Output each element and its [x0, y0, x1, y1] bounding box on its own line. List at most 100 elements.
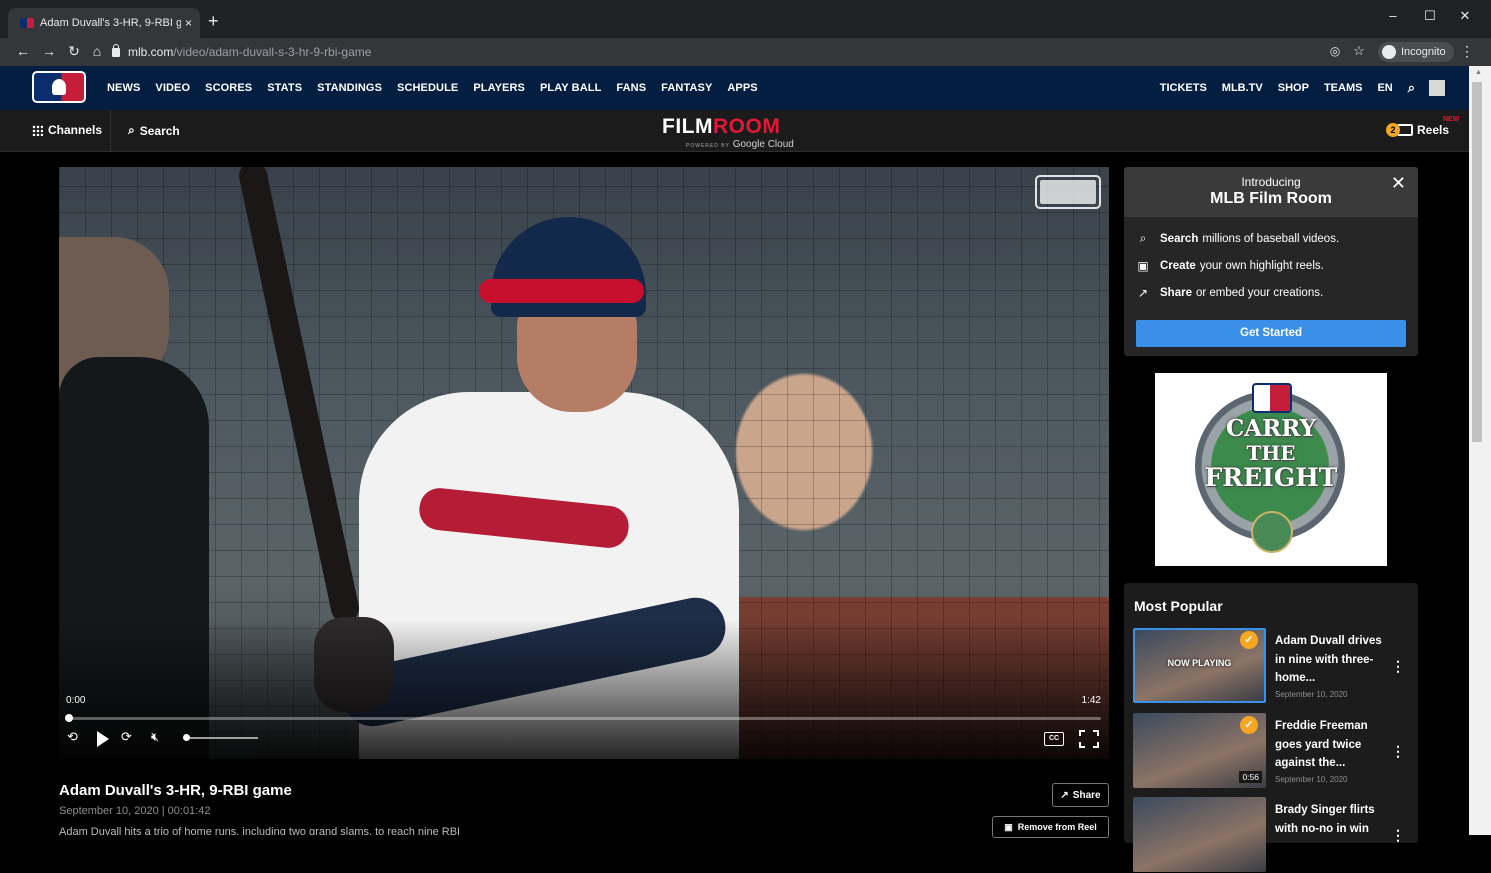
- forward-15-icon[interactable]: ⟳: [121, 729, 132, 745]
- scrollbar-thumb[interactable]: [1472, 82, 1482, 442]
- intro-row-search: ⌕ Search millions of baseball videos.: [1136, 231, 1340, 246]
- play-icon[interactable]: [97, 731, 109, 747]
- nav-schedule[interactable]: SCHEDULE: [397, 82, 458, 94]
- search-icon: ⌕: [1139, 231, 1147, 245]
- search-icon: ⌕: [128, 123, 135, 137]
- nav-video[interactable]: VIDEO: [155, 82, 190, 94]
- minimize-button[interactable]: –: [1378, 8, 1408, 23]
- url-host: mlb.com: [128, 45, 174, 59]
- nav-mlbtv[interactable]: MLB.TV: [1222, 82, 1263, 94]
- item-date: September 10, 2020: [1275, 775, 1348, 784]
- powered-by: POWERED BY: [686, 143, 730, 149]
- bookmark-star-icon[interactable]: ☆: [1350, 43, 1368, 59]
- mlb-favicon-icon: [20, 18, 34, 28]
- intro-row-text: your own highlight reels.: [1199, 260, 1324, 272]
- intro-row-text: or embed your creations.: [1195, 287, 1324, 299]
- nav-shop[interactable]: SHOP: [1278, 82, 1309, 94]
- more-options-icon[interactable]: ⋮: [1391, 827, 1405, 844]
- share-button[interactable]: ↗ Share: [1052, 783, 1109, 807]
- current-time: 0:00: [66, 695, 86, 706]
- new-tab-button[interactable]: +: [208, 12, 219, 30]
- nav-players[interactable]: PLAYERS: [473, 82, 525, 94]
- nav-apps[interactable]: APPS: [727, 82, 757, 94]
- list-item[interactable]: 0:56 ✓ Freddie Freeman goes yard twice a…: [1133, 713, 1413, 789]
- list-item[interactable]: Brady Singer flirts with no-no in win ⋮: [1133, 797, 1413, 873]
- item-title[interactable]: Adam Duvall drives in nine with three-ho…: [1275, 632, 1390, 688]
- share-label: Share: [1072, 789, 1101, 801]
- item-title[interactable]: Freddie Freeman goes yard twice against …: [1275, 717, 1390, 773]
- forward-arrow-icon[interactable]: →: [40, 43, 58, 59]
- reels-label: Reels: [1417, 123, 1450, 137]
- item-date: September 10, 2020: [1275, 690, 1348, 699]
- ad-seal-icon: [1251, 511, 1293, 553]
- scroll-up-arrow-icon[interactable]: ▲: [1475, 69, 1482, 76]
- nav-news[interactable]: NEWS: [107, 82, 140, 94]
- search-label: Search: [139, 123, 180, 138]
- progress-bar[interactable]: [65, 714, 1101, 722]
- browser-tab[interactable]: Adam Duvall's 3-HR, 9-RBI game ×: [8, 8, 200, 38]
- eye-off-icon[interactable]: ◎: [1326, 43, 1344, 59]
- incognito-badge[interactable]: Incognito: [1378, 42, 1454, 62]
- video-title: Adam Duvall's 3-HR, 9-RBI game: [59, 782, 292, 799]
- ad-line-2: THE: [1246, 441, 1296, 465]
- search-button[interactable]: ⌕ Search: [110, 110, 180, 152]
- carry-the-freight-ad[interactable]: CARRY THE FREIGHT: [1155, 373, 1387, 566]
- film-room-bar: Channels ⌕ Search FILMROOM POWERED BY Go…: [0, 110, 1469, 152]
- item-title[interactable]: Brady Singer flirts with no-no in win: [1275, 801, 1390, 838]
- get-started-button[interactable]: Get Started: [1136, 320, 1406, 347]
- list-item[interactable]: NOW PLAYING ✓ Adam Duvall drives in nine…: [1133, 628, 1413, 704]
- nav-scores[interactable]: SCORES: [205, 82, 252, 94]
- closed-captions-icon[interactable]: CC: [1044, 732, 1064, 746]
- reels-button[interactable]: 2 Reels NEW: [1386, 116, 1459, 137]
- close-icon[interactable]: ✕: [1391, 173, 1406, 194]
- home-icon[interactable]: ⌂: [88, 43, 106, 59]
- muted-speaker-icon[interactable]: 🔇︎: [151, 729, 159, 745]
- close-window-button[interactable]: ✕: [1450, 8, 1480, 24]
- intro-row-bold: Create: [1160, 260, 1196, 272]
- mlb-main-nav: NEWS VIDEO SCORES STATS STANDINGS SCHEDU…: [0, 66, 1469, 110]
- secondary-nav-links: TICKETS MLB.TV SHOP TEAMS EN ⌕: [1145, 66, 1445, 110]
- now-playing-label: NOW PLAYING: [1167, 658, 1232, 668]
- nav-teams[interactable]: TEAMS: [1324, 82, 1363, 94]
- brand-film: FILM: [662, 115, 713, 138]
- nav-standings[interactable]: STANDINGS: [317, 82, 382, 94]
- film-room-intro-card: Introducing MLB Film Room ✕ ⌕ Search mil…: [1124, 167, 1418, 356]
- video-meta: September 10, 2020 | 00:01:42: [59, 805, 211, 817]
- volume-knob[interactable]: [183, 734, 190, 741]
- more-options-icon[interactable]: ⋮: [1391, 658, 1405, 675]
- avatar[interactable]: [1429, 80, 1445, 96]
- reel-icon: ▣: [1137, 259, 1149, 273]
- intro-row-bold: Share: [1160, 287, 1192, 299]
- progress-knob[interactable]: [65, 714, 73, 722]
- film-room-logo[interactable]: FILMROOM POWERED BY Google Cloud: [662, 115, 822, 152]
- tab-close-icon[interactable]: ×: [185, 16, 192, 30]
- nav-play-ball[interactable]: PLAY BALL: [540, 82, 601, 94]
- channels-button[interactable]: Channels: [32, 123, 102, 137]
- search-icon[interactable]: ⌕: [1408, 80, 1415, 96]
- mlb-logo[interactable]: [32, 71, 86, 103]
- reload-icon[interactable]: ↻: [65, 43, 83, 59]
- grid-icon: [32, 124, 43, 136]
- more-options-icon[interactable]: ⋮: [1391, 743, 1405, 760]
- back-arrow-icon[interactable]: ←: [14, 43, 32, 59]
- ad-line-1: CARRY: [1225, 415, 1317, 442]
- nav-language[interactable]: EN: [1377, 82, 1392, 94]
- new-tag: NEW: [1443, 116, 1460, 123]
- volume-slider[interactable]: [183, 734, 258, 741]
- nav-tickets[interactable]: TICKETS: [1160, 82, 1207, 94]
- nav-stats[interactable]: STATS: [267, 82, 302, 94]
- url-path: /video/adam-duvall-s-3-hr-9-rbi-game: [173, 45, 372, 59]
- maximize-button[interactable]: ☐: [1415, 8, 1445, 24]
- duration-time: 1:42: [1081, 695, 1101, 706]
- intro-row-bold: Search: [1160, 232, 1199, 245]
- url-field[interactable]: mlb.com/video/adam-duvall-s-3-hr-9-rbi-g…: [112, 41, 1312, 63]
- nav-fantasy[interactable]: FANTASY: [661, 82, 712, 94]
- reel-icon: ▣: [1004, 821, 1013, 832]
- browser-menu-icon[interactable]: ⋮: [1458, 43, 1476, 59]
- video-player[interactable]: 0:00 1:42 ⟲ ⟳ 🔇︎ CC: [59, 167, 1109, 759]
- rewind-15-icon[interactable]: ⟲: [67, 729, 78, 745]
- check-icon: ✓: [1240, 631, 1258, 649]
- intro-title: MLB Film Room: [1210, 190, 1332, 207]
- fullscreen-icon[interactable]: [1079, 730, 1099, 748]
- nav-fans[interactable]: FANS: [616, 82, 646, 94]
